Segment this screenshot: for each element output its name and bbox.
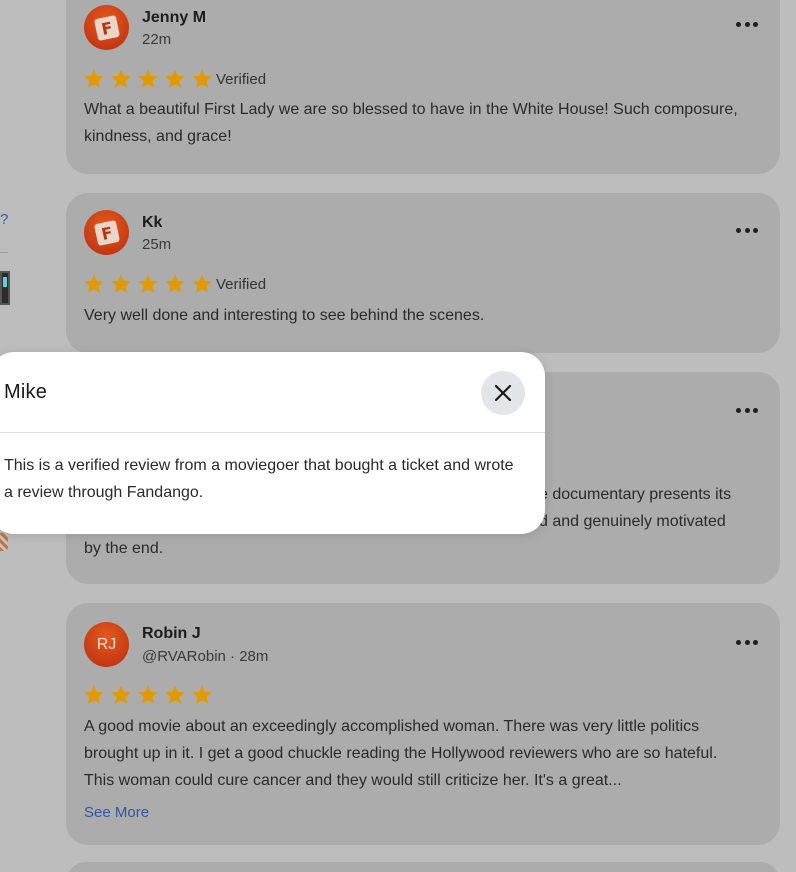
star-icon: [191, 68, 213, 90]
review-time: 25m: [142, 236, 172, 253]
star-icon: [164, 684, 186, 706]
reviewer-handle-time: @RVARobin · 28m: [142, 648, 269, 665]
review-time: 22m: [142, 31, 172, 48]
popup-title: Mike: [4, 381, 48, 403]
more-options-icon[interactable]: [736, 640, 758, 646]
star-icon: [110, 273, 132, 295]
star-icon: [110, 684, 132, 706]
review-card: RJ Robin J @RVARobin · 28m A good movie …: [66, 603, 780, 845]
review-text-fragment: e documentary presents its: [539, 486, 732, 503]
star-icon: [137, 273, 159, 295]
star-icon: [137, 68, 159, 90]
see-more-link[interactable]: See More: [84, 804, 149, 821]
more-options-icon[interactable]: [736, 228, 758, 234]
review-text: A good movie about an exceedingly accomp…: [84, 718, 718, 789]
review-card: F Jenny M 22m Verified What a beautiful …: [66, 0, 780, 174]
close-icon: [494, 384, 512, 402]
close-button[interactable]: [481, 371, 525, 415]
review-text: Very well done and interesting to see be…: [84, 307, 485, 324]
star-rating: Verified: [83, 273, 266, 295]
star-icon: [83, 684, 105, 706]
star-icon: [164, 273, 186, 295]
star-icon: [191, 684, 213, 706]
avatar[interactable]: F: [84, 210, 129, 255]
verified-badge[interactable]: Verified: [216, 276, 266, 293]
review-text: What a beautiful First Lady we are so bl…: [84, 101, 738, 145]
left-rail-link-fragment[interactable]: ?: [0, 211, 8, 228]
star-icon: [110, 68, 132, 90]
left-rail-image-fragment: [0, 533, 8, 551]
review-text-fragment: d and genuinely motivated: [539, 513, 726, 530]
reviewer-name[interactable]: Robin J: [142, 625, 201, 643]
star-rating: [83, 684, 213, 706]
reviewer-name[interactable]: Jenny M: [142, 9, 206, 27]
fandango-logo-icon: F: [93, 219, 120, 246]
star-icon: [83, 68, 105, 90]
more-options-icon[interactable]: [736, 408, 758, 414]
verified-review-popup: Mike This is a verified review from a mo…: [0, 352, 545, 534]
reviewer-name[interactable]: Kk: [142, 214, 162, 232]
more-options-icon[interactable]: [736, 22, 758, 28]
star-icon: [137, 684, 159, 706]
star-icon: [191, 273, 213, 295]
review-card: F Kk 25m Verified Very well done and int…: [66, 193, 780, 353]
fandango-logo-icon: F: [93, 14, 120, 41]
star-icon: [83, 273, 105, 295]
star-rating: Verified: [83, 68, 266, 90]
popup-message: This is a verified review from a moviego…: [4, 457, 514, 501]
review-card: [66, 862, 780, 872]
avatar[interactable]: F: [84, 5, 129, 50]
popup-divider: [0, 432, 545, 433]
left-rail-divider: [0, 252, 8, 253]
left-rail-thumbnail[interactable]: [0, 271, 10, 305]
avatar[interactable]: RJ: [84, 622, 129, 667]
review-text-fragment: by the end.: [84, 540, 164, 557]
star-icon: [164, 68, 186, 90]
verified-badge[interactable]: Verified: [216, 71, 266, 88]
